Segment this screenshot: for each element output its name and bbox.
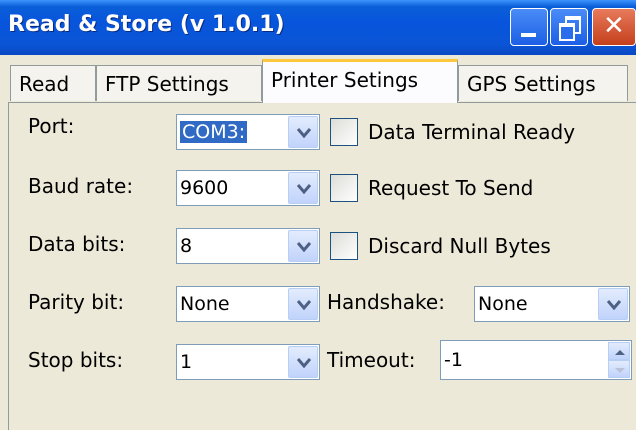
- tab-label: GPS Settings: [467, 72, 596, 96]
- parity-bit-value: None: [180, 293, 230, 315]
- tab-label: FTP Settings: [105, 72, 229, 96]
- data-bits-select[interactable]: 8: [176, 228, 320, 264]
- data-bits-label: Data bits:: [28, 232, 126, 256]
- rts-label: Request To Send: [368, 176, 534, 200]
- port-label: Port:: [28, 114, 75, 138]
- dropdown-button[interactable]: [288, 288, 318, 320]
- dropdown-button[interactable]: [288, 172, 318, 204]
- baud-rate-value: 9600: [180, 177, 229, 199]
- maximize-icon: [559, 16, 581, 41]
- tab-ftp-settings[interactable]: FTP Settings: [96, 65, 262, 101]
- rts-checkbox[interactable]: [330, 174, 358, 202]
- parity-bit-label: Parity bit:: [28, 290, 125, 314]
- tab-label: Printer Setings: [271, 68, 419, 92]
- spin-down-button[interactable]: [608, 360, 630, 378]
- spin-up-button[interactable]: [608, 342, 630, 360]
- handshake-select[interactable]: None: [474, 286, 630, 322]
- port-value: COM3:: [180, 121, 248, 143]
- data-bits-value: 8: [180, 235, 193, 257]
- handshake-label: Handshake:: [327, 290, 445, 314]
- dtr-checkbox[interactable]: [330, 118, 358, 146]
- tab-label: Read: [19, 72, 70, 96]
- stop-bits-select[interactable]: 1: [176, 344, 320, 380]
- baud-rate-label: Baud rate:: [28, 174, 134, 198]
- parity-bit-select[interactable]: None: [176, 286, 320, 322]
- close-icon: ✕: [603, 11, 625, 41]
- stop-bits-label: Stop bits:: [28, 348, 124, 372]
- discard-null-checkbox[interactable]: [330, 232, 358, 260]
- arrow-up-icon: [615, 350, 625, 355]
- handshake-value: None: [478, 293, 528, 315]
- tab-strip: Read FTP Settings Printer Setings GPS Se…: [0, 55, 636, 103]
- window-title: Read & Store (v 1.0.1): [8, 12, 285, 37]
- dropdown-button[interactable]: [288, 230, 318, 262]
- title-bar[interactable]: Read & Store (v 1.0.1) ✕: [0, 0, 636, 55]
- dropdown-button[interactable]: [288, 346, 318, 378]
- chevron-down-icon: [297, 242, 311, 252]
- timeout-label: Timeout:: [327, 348, 416, 372]
- dropdown-button[interactable]: [288, 116, 318, 148]
- dtr-label: Data Terminal Ready: [368, 120, 576, 144]
- chevron-down-icon: [297, 300, 311, 310]
- maximize-button[interactable]: [550, 8, 588, 46]
- arrow-down-icon: [615, 368, 625, 373]
- spinner: [608, 342, 630, 378]
- tab-panel-printer-settings: [8, 102, 636, 430]
- port-select[interactable]: COM3:: [176, 114, 320, 150]
- stop-bits-value: 1: [180, 351, 193, 373]
- timeout-value: -1: [444, 349, 463, 371]
- chevron-down-icon: [297, 184, 311, 194]
- dropdown-button[interactable]: [598, 288, 628, 320]
- tab-printer-settings[interactable]: Printer Setings: [262, 59, 458, 103]
- chevron-down-icon: [607, 300, 621, 310]
- minimize-icon: [521, 33, 536, 37]
- minimize-button[interactable]: [510, 8, 548, 46]
- app-window: Read & Store (v 1.0.1) ✕ Read FTP Settin…: [0, 0, 636, 430]
- chevron-down-icon: [297, 358, 311, 368]
- close-button[interactable]: ✕: [592, 8, 636, 46]
- tab-read[interactable]: Read: [10, 65, 96, 101]
- tab-gps-settings[interactable]: GPS Settings: [458, 65, 628, 101]
- timeout-numeric-input[interactable]: -1: [440, 340, 632, 380]
- chevron-down-icon: [297, 128, 311, 138]
- discard-null-label: Discard Null Bytes: [368, 234, 551, 258]
- baud-rate-select[interactable]: 9600: [176, 170, 320, 206]
